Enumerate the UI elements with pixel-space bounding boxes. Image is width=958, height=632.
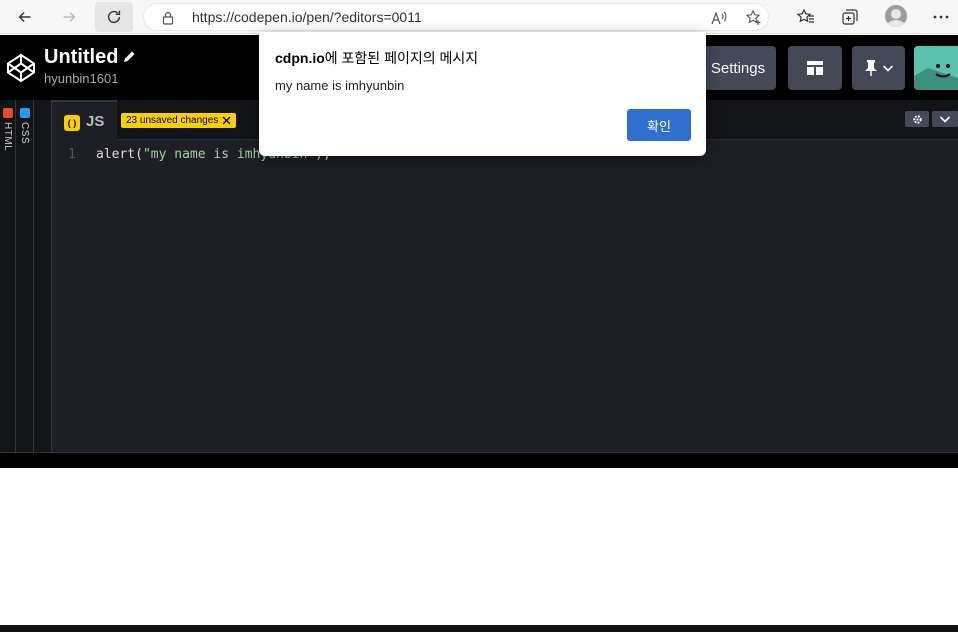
pin-icon [864,60,877,76]
arrow-right-icon [63,11,76,23]
pin-button[interactable] [852,46,905,90]
arrow-left-icon [18,11,31,23]
close-icon[interactable] [222,116,231,125]
ok-button[interactable]: 확인 [627,109,691,141]
forward-button[interactable] [50,2,88,32]
footer-bar [0,625,958,632]
settings-button[interactable]: Settings [700,46,776,90]
reload-button[interactable] [95,2,133,32]
js-tab-label: JS [86,113,105,130]
reload-icon [107,10,121,24]
user-avatar[interactable] [914,46,958,90]
collections-button[interactable] [838,5,862,29]
preview-pane [0,468,958,625]
dialog-title: cdpn.io에 포함된 페이지의 메시지 [275,48,478,68]
line-number: 1 [68,147,76,162]
unsaved-changes-label: 23 unsaved changes [126,115,219,126]
code-prefix: alert( [96,147,143,162]
profile-avatar[interactable] [885,5,907,27]
css-tab-label: CSS [19,122,30,145]
js-tab[interactable]: ( ) JS [52,100,117,140]
dialog-title-rest: 에 포함된 페이지의 메시지 [324,50,479,66]
add-favorite-icon[interactable] [745,9,763,27]
html-badge-icon [3,108,13,118]
browser-toolbar: https://codepen.io/pen/?editors=0011 [0,0,958,34]
editor-settings-button[interactable] [905,111,929,127]
url-text: https://codepen.io/pen/?editors=0011 [192,9,422,25]
pencil-icon[interactable] [122,50,136,64]
dialog-title-host: cdpn.io [275,50,325,66]
css-collapsed-tab[interactable]: CSS [16,100,34,452]
html-collapsed-tab[interactable]: HTML [0,100,16,452]
favorites-button[interactable] [794,5,818,29]
layout-button[interactable] [788,46,842,90]
gear-icon [912,114,922,124]
read-aloud-icon[interactable] [710,9,728,27]
html-tab-label: HTML [2,122,13,152]
collections-icon [842,9,858,25]
editor-collapse-button[interactable] [932,111,958,127]
back-button[interactable] [6,2,44,32]
css-badge-icon [20,108,30,118]
favorites-icon [796,8,814,23]
unsaved-changes-badge[interactable]: 23 unsaved changes [121,113,237,128]
settings-label: Settings [710,59,766,77]
codepen-logo-icon[interactable] [5,52,37,84]
alert-dialog: cdpn.io에 포함된 페이지의 메시지 my name is imhyunb… [259,32,706,156]
js-badge-icon: ( ) [64,115,80,131]
chevron-down-icon [882,65,893,72]
resize-gutter[interactable] [34,100,52,452]
more-dots-icon [933,15,949,19]
pen-title[interactable]: Untitled [44,46,118,69]
chevron-down-icon [939,116,951,123]
lock-icon [162,11,174,25]
dialog-message: my name is imhyunbin [275,78,405,93]
smiley-avatar-icon [914,46,958,90]
more-menu-button[interactable] [929,5,953,29]
address-bar[interactable]: https://codepen.io/pen/?editors=0011 [143,3,769,31]
pen-author[interactable]: hyunbin1601 [44,71,118,86]
layout-icon [807,61,823,75]
editor-resize-bar[interactable] [0,452,958,468]
